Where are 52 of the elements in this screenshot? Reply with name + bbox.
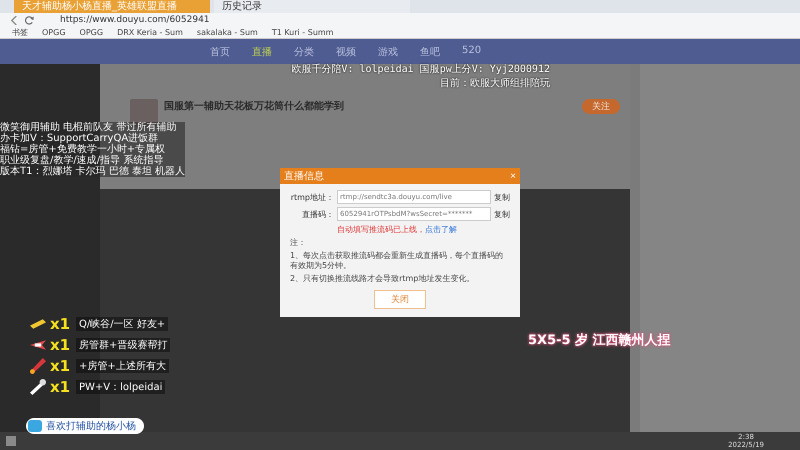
overlay-text: 办卡加V：SupportCarryQA进饭群 — [0, 133, 158, 144]
nav-link[interactable]: 视频 — [336, 44, 356, 58]
url-text: https://www.douyu.com/6052941 — [60, 15, 210, 25]
overlay-text: 欧服千分陪V: lolpeidai 国服pw上分V: Yyj2000912 — [291, 62, 550, 76]
back-icon[interactable] — [10, 16, 19, 24]
bookmark[interactable]: OPGG — [42, 27, 66, 38]
overlay-text: 微笑御用辅助 电棍前队友 带过所有辅助 — [0, 122, 178, 133]
overlay-text: 福钻=房管+免费教学一小时+专属权 — [0, 144, 166, 155]
room-title: 国服第一辅助天花板万花筒什么都能学到 — [164, 100, 345, 113]
overlay-text: 职业级复盘/教学/速成/指导 系统指导 — [0, 155, 164, 166]
nav-link[interactable]: 首页 — [210, 44, 230, 58]
close-button[interactable]: × — [510, 170, 516, 182]
gift-icon — [30, 379, 46, 395]
bookmark[interactable]: OPGG — [80, 27, 104, 38]
caption-text: 5X5-5 岁 江西赣州人捏 — [528, 332, 671, 349]
badge-text: 喜欢打辅助的杨小杨 — [46, 420, 136, 433]
gift-text: PW+V：lolpeidai — [76, 380, 166, 394]
follow-button[interactable]: 关注 — [582, 99, 620, 114]
note-text: 1、每次点击获取推流码都会重新生成直播码，每个直播码的有效期为5分钟。 — [290, 251, 504, 271]
close-dialog-button[interactable]: 关闭 — [374, 290, 426, 309]
bookmark[interactable]: T1 Kuri - Summ — [272, 27, 334, 38]
gift-count: x1 — [50, 357, 72, 375]
gift-icon — [30, 358, 46, 374]
gift-count: x1 — [50, 378, 72, 396]
nav-link[interactable]: 分类 — [294, 44, 314, 58]
gift-text: 房管群+晋级赛帮打 — [76, 338, 170, 352]
overlay-text: 版本T1：烈娜塔 卡尔玛 巴德 泰坦 机器人 — [0, 166, 186, 177]
field-label: 直播码： — [301, 208, 334, 220]
browser-tab[interactable]: 历史记录 — [214, 0, 410, 13]
reload-icon[interactable] — [25, 16, 34, 24]
bookmark[interactable]: sakalaka - Sum — [196, 27, 258, 38]
gift-icon — [30, 316, 46, 332]
gift-count: x1 — [50, 336, 72, 354]
copy-link[interactable]: 复制 — [494, 208, 510, 220]
gift-text: Q/峡谷/一区 好友+ — [76, 317, 168, 331]
gift-count: x1 — [50, 315, 72, 333]
field-label: rtmp地址： — [290, 192, 334, 202]
gift-text: +房管+上述所有大 — [76, 359, 169, 373]
nav-link[interactable]: 直播 — [252, 44, 272, 58]
nav-link[interactable]: 鱼吧 — [420, 44, 440, 58]
bookmark[interactable]: DRX Keria - Sum — [117, 27, 183, 38]
notice-text: 自动填写推流码已上线， — [337, 224, 425, 235]
bookmark[interactable]: 书签 — [12, 27, 28, 38]
tv-icon — [28, 420, 42, 432]
dialog-title: 直播信息 — [284, 170, 324, 183]
note-text: 注： — [290, 238, 307, 248]
note-text: 2、只有切换推流线路才会导致rtmp地址发生变化。 — [290, 274, 476, 284]
learn-more-link[interactable]: 点击了解 — [425, 224, 457, 235]
copy-link[interactable]: 复制 — [494, 192, 510, 202]
nav-link[interactable]: 520 — [462, 44, 482, 58]
overlay-text: 目前：欧服大师组排陪玩 — [440, 76, 550, 90]
nav-link[interactable]: 游戏 — [378, 44, 398, 58]
